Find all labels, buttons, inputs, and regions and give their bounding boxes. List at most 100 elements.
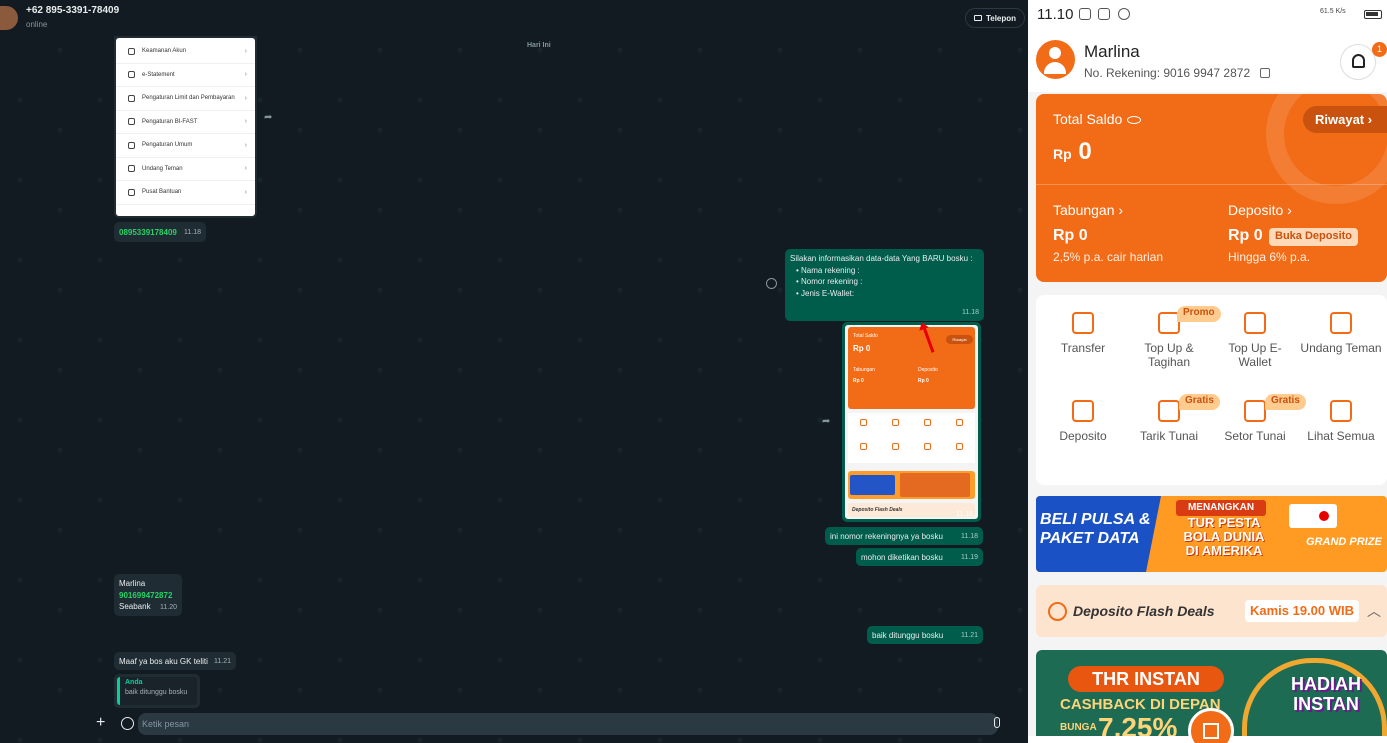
message-time: 11.18 [961,532,978,540]
message-time: 11.19 [961,553,978,561]
incoming-message: Maaf ya bos aku GK teliti 11.21 [114,652,236,670]
quoted-message[interactable]: Anda baik ditunggu bosku [117,677,197,705]
attach-plus-icon[interactable]: + [96,714,105,732]
promo-banner[interactable]: BELI PULSA & PAKET DATA MENANGKAN TUR PE… [1036,496,1387,572]
call-button[interactable]: Telepon [965,8,1025,28]
settings-icon [1079,8,1091,20]
menu-top-up-ewallet[interactable]: Top Up E-Wallet [1212,312,1298,369]
menu-deposito[interactable]: Deposito [1040,400,1126,443]
contact-status: online [26,20,48,29]
menu-row-label: Pengaturan Umum [142,142,193,149]
microphone-icon[interactable] [994,717,1000,728]
cash-deposit-icon [1244,400,1266,422]
deposito-value: Rp 0 [1228,227,1263,244]
promo-badge: Promo [1177,306,1221,322]
menu-row-label: Undang Teman [142,165,183,172]
message-time: 11.18 [956,511,973,518]
more-icon [1330,400,1352,422]
copy-icon[interactable] [1260,68,1270,78]
quote-author: Anda [125,679,143,686]
mini-icon [956,443,963,450]
battery-icon [1364,10,1382,19]
people-icon [128,165,135,173]
mini-icon [860,443,867,450]
call-label: Telepon [985,13,1017,23]
flash-deals-bar[interactable]: Deposito Flash Deals Kamis 19.00 WIB ︿ [1036,585,1387,637]
menu-row: Pengaturan Umum › [116,134,255,158]
menu-screenshot: Keamanan Akun › e-Statement › Pengaturan L… [116,38,255,216]
mini-value: Rp 0 [853,344,871,353]
menu-row: Keamanan Akun › [116,40,255,64]
user-name: Marlina [1084,42,1140,61]
riwayat-button[interactable]: Riwayat › [1303,106,1387,133]
chevron-right-icon: › [244,47,247,55]
menu-label: Transfer [1060,341,1106,355]
buka-deposito-button[interactable]: Buka Deposito [1269,228,1359,246]
card-icon [128,94,135,102]
forward-icon[interactable]: ➦ [822,416,830,427]
phone-link[interactable]: 0895339178409 [119,228,177,237]
message-time: 11.21 [214,657,231,665]
chevron-right-icon: › [244,188,247,196]
account-number-link[interactable]: 901699472872 [119,590,177,602]
user-avatar-icon[interactable] [1036,40,1075,79]
riwayat-label: Riwayat [1315,112,1365,127]
chevron-right-icon: › [244,71,247,79]
contact-name[interactable]: +62 895-3391-78409 [26,5,119,16]
menu-row: Pengaturan BI-FAST › [116,111,255,134]
menu-row-label: Pusat Bantuan [142,189,182,196]
status-bar: 11.10 61.5 K/s [1028,0,1387,30]
thr-title: THR INSTAN [1068,666,1224,692]
quote-text: baik ditunggu bosku [125,689,188,696]
flash-title: Deposito Flash Deals [1073,603,1215,619]
chevron-right-icon: › [244,165,247,173]
image-message-menu[interactable]: Keamanan Akun › e-Statement › Pengaturan L… [114,36,257,218]
mini-icon [860,419,867,426]
list-item: Nama rekening : [796,265,979,277]
message-time: 11.18 [962,308,979,316]
account-number: No. Rekening: 9016 9947 2872 [1084,66,1251,80]
thr-hadiah: HADIAH INSTAN [1291,674,1361,714]
notification-badge: 1 [1372,42,1387,57]
banking-app-screen: 11.10 61.5 K/s Marlina No. Rekening: 901… [1028,0,1387,743]
mini-value: Rp 0 [853,378,864,384]
menu-row-label: Keamanan Akun [142,48,187,55]
whatsapp-icon [1118,8,1130,20]
mini-label: Total Saldo [853,333,878,339]
mini-icon [892,443,899,450]
menu-lihat-semua[interactable]: Lihat Semua [1298,400,1384,443]
notification-button[interactable] [1340,44,1376,80]
mini-icon [924,443,931,450]
thr-bunga: BUNGA [1060,722,1097,733]
sticker-icon[interactable] [121,717,134,730]
menu-undang-teman[interactable]: Undang Teman [1298,312,1384,355]
chevron-up-icon[interactable]: ︿ [1367,601,1381,621]
menu-row: e-Statement › [116,64,255,87]
message-heading: Silakan informasikan data-data Yang BARU… [790,254,973,263]
menu-label: Top Up E-Wallet [1228,341,1282,369]
mini-label: Deposito [918,367,938,373]
mini-banner [848,471,975,499]
composer-bar: + Ketik pesan [88,710,1014,738]
image-message-app[interactable]: Total Saldo Rp 0 Riwayat Tabungan Deposi… [842,322,981,522]
whatsapp-chat-panel: +62 895-3391-78409 online Telepon Hari I… [0,0,1028,743]
tabungan-value: Rp 0 [1053,227,1088,244]
menu-transfer[interactable]: Transfer [1040,312,1126,355]
wallet-icon [1244,312,1266,334]
divider [1036,184,1387,185]
react-emoji-icon[interactable] [766,278,777,289]
menu-row: Pusat Bantuan › [116,181,255,205]
tabungan-link[interactable]: Tabungan › [1053,202,1123,218]
message-input[interactable]: Ketik pesan [138,713,998,735]
eye-icon[interactable] [1127,116,1142,125]
field-list: Nama rekening : Nomor rekening : Jenis E… [790,265,979,300]
incoming-account-message: Marlina 901699472872 Seabank 11.20 [114,574,182,616]
forward-icon[interactable]: ➦ [264,112,272,123]
thr-cashback: CASHBACK DI DEPAN [1060,696,1221,713]
contact-avatar[interactable] [0,6,18,30]
tabungan-label: Tabungan [1053,202,1115,218]
transfer-icon [1072,312,1094,334]
deposito-link[interactable]: Deposito › [1228,202,1292,218]
total-saldo-label: Total Saldo [1053,111,1142,127]
chevron-right-icon: › [244,118,247,126]
